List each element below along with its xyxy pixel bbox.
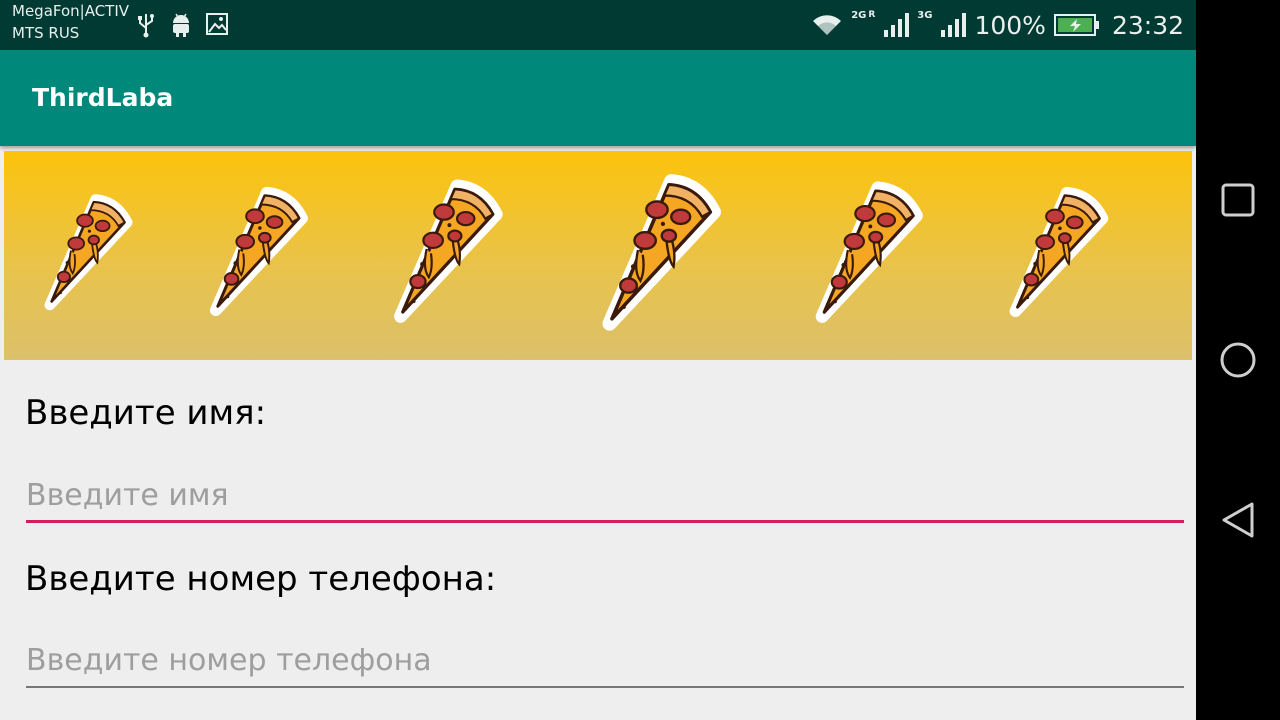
network-2g-label: 2G: [851, 9, 867, 21]
wifi-icon: [813, 15, 842, 35]
phone-label: Введите номер телефона:: [25, 559, 497, 599]
android-icon: [173, 13, 189, 37]
phone-input-underline: [26, 686, 1184, 688]
carrier-name-secondary: MTS RUS: [12, 24, 80, 42]
clock: 23:32: [1111, 10, 1184, 40]
phone-input[interactable]: [26, 635, 1184, 685]
home-button[interactable]: [1213, 335, 1263, 385]
name-input-underline: [26, 520, 1184, 523]
usb-icon: [138, 14, 154, 38]
status-indicators: 2G R 3G 100% 23:32: [811, 0, 1184, 50]
pizza-banner: [4, 151, 1192, 360]
app-title: ThirdLaba: [32, 83, 174, 112]
back-button[interactable]: [1213, 495, 1263, 545]
carrier-name-primary: MegaFon|ACTIV: [12, 2, 130, 20]
recents-button[interactable]: [1213, 175, 1263, 225]
home-icon: [1220, 342, 1256, 378]
app-bar: ThirdLaba: [0, 50, 1196, 146]
navigation-bar: [1196, 0, 1280, 720]
signal-strength-icon: [884, 13, 910, 37]
battery-percent: 100%: [974, 10, 1046, 40]
status-bar: MegaFon|ACTIV MTS RUS 2G R 3G 100% 23:32: [0, 0, 1196, 50]
app-screen: MegaFon|ACTIV MTS RUS 2G R 3G 100% 23:32…: [0, 0, 1196, 720]
roaming-label: R: [868, 10, 876, 20]
recents-icon: [1221, 183, 1255, 217]
pizza-slice-icon: [382, 173, 506, 325]
pizza-slice-icon: [590, 167, 724, 333]
network-3g-label: 3G: [917, 9, 933, 21]
signal-strength-icon: [941, 13, 967, 37]
name-input[interactable]: [26, 470, 1184, 520]
name-label: Введите имя:: [25, 393, 267, 433]
pizza-slice-icon: [1000, 181, 1110, 319]
back-icon: [1222, 502, 1254, 538]
battery-charging-icon: [1053, 14, 1099, 36]
image-icon: [206, 13, 228, 35]
pizza-slice-icon: [36, 189, 134, 312]
pizza-slice-icon: [804, 175, 926, 325]
pizza-slice-icon: [202, 181, 308, 318]
